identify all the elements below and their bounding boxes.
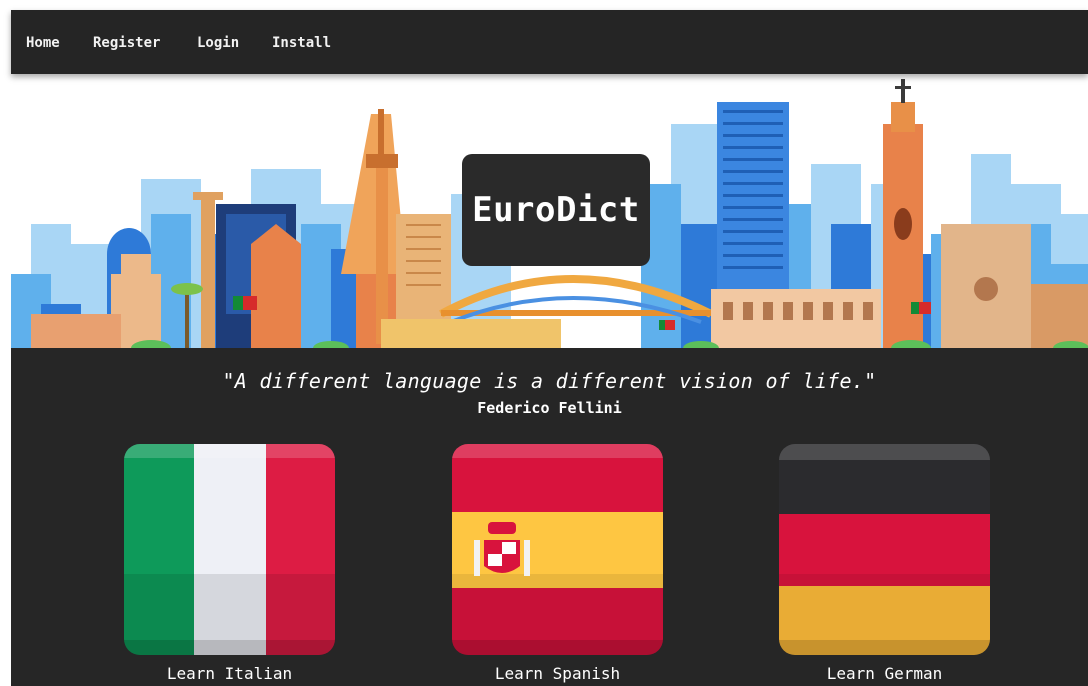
italy-flag-icon[interactable] <box>124 444 335 655</box>
brand-title: EuroDict <box>472 190 640 230</box>
learn-spanish-link[interactable]: Learn Spanish <box>452 664 663 683</box>
quote-text: "A different language is a different vis… <box>222 369 877 393</box>
learn-german-link[interactable]: Learn German <box>779 664 990 683</box>
brand-logo-box: EuroDict <box>462 154 650 266</box>
main-content: "A different language is a different vis… <box>11 348 1088 686</box>
top-navbar: Home Register Login Install <box>11 10 1088 74</box>
nav-login-link[interactable]: Login <box>197 35 239 51</box>
germany-flag-icon[interactable] <box>779 444 990 655</box>
quote-author: Federico Fellini <box>477 399 622 417</box>
nav-install-link[interactable]: Install <box>272 35 331 51</box>
spain-flag-icon[interactable] <box>452 444 663 655</box>
learn-italian-link[interactable]: Learn Italian <box>124 664 335 683</box>
nav-register-link[interactable]: Register <box>93 35 160 51</box>
nav-home-link[interactable]: Home <box>26 35 60 51</box>
hero-banner: EuroDict <box>11 74 1088 348</box>
